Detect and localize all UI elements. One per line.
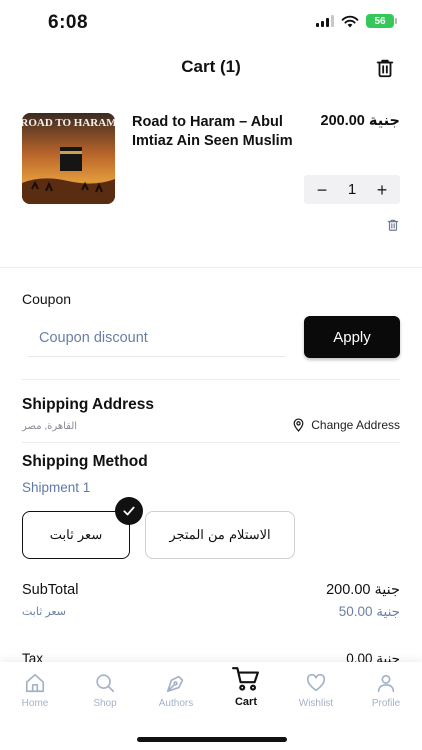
shipping-method-title: Shipping Method (22, 453, 148, 470)
selected-check-icon (115, 497, 143, 525)
tab-label: Cart (234, 696, 257, 708)
tab-label: Home (21, 698, 49, 709)
shipping-address-value: القاهرة, مصر (22, 421, 78, 432)
cellular-signal-icon (316, 15, 334, 27)
tab-profile[interactable]: Profile (356, 672, 416, 709)
heart-icon (306, 673, 326, 692)
divider (22, 379, 400, 380)
change-address-button[interactable]: Change Address (292, 418, 400, 432)
cart-icon (232, 667, 259, 691)
increase-quantity-button[interactable]: + (374, 181, 390, 199)
status-time: 6:08 (48, 12, 89, 33)
tab-wishlist[interactable]: Wishlist (286, 672, 346, 709)
search-icon (96, 674, 115, 693)
tab-label: Profile (371, 698, 401, 709)
quantity-stepper: − 1 + (304, 175, 400, 204)
shipping-fee-label: سعر ثابت (22, 606, 66, 618)
product-price: 200.00 جنية (320, 113, 400, 129)
pen-nib-icon (166, 675, 184, 693)
shipping-option-fixed-rate[interactable]: سعر ثابت (22, 511, 130, 559)
coupon-input[interactable] (28, 320, 286, 357)
remove-item-icon[interactable] (386, 218, 400, 232)
cover-title: ROAD TO HARAM (22, 117, 115, 129)
tab-label: Wishlist (298, 698, 334, 709)
battery-level: 56 (374, 15, 386, 27)
shipping-address-title: Shipping Address (22, 396, 155, 413)
page-title: Cart (1) (181, 57, 241, 76)
tab-shop[interactable]: Shop (75, 672, 135, 709)
home-icon (25, 673, 45, 693)
coupon-label: Coupon (22, 291, 72, 307)
shipping-fee-value: 50.00 جنية (338, 604, 400, 619)
divider (22, 442, 400, 443)
wifi-icon (341, 15, 359, 27)
book-cover-image: ROAD TO HARAM (22, 113, 115, 204)
shipment-label: Shipment 1 (22, 480, 91, 495)
subtotal-value: 200.00 جنية (326, 582, 400, 598)
tab-authors[interactable]: Authors (146, 672, 206, 709)
location-pin-icon (293, 418, 304, 432)
quantity-value: 1 (347, 181, 357, 198)
product-name[interactable]: Road to Haram – Abul Imtiaz Ain Seen Mus… (132, 113, 297, 151)
trash-icon[interactable] (374, 57, 396, 79)
apply-coupon-button[interactable]: Apply (304, 316, 400, 358)
divider (0, 267, 422, 268)
shipping-option-store-pickup[interactable]: الاستلام من المتجر (145, 511, 295, 559)
home-indicator (137, 737, 287, 742)
battery-icon: 56 (366, 14, 397, 28)
subtotal-label: SubTotal (22, 582, 79, 598)
person-icon (377, 674, 395, 693)
decrease-quantity-button[interactable]: − (314, 181, 330, 199)
status-icons: 56 (316, 14, 397, 28)
tab-home[interactable]: Home (5, 672, 65, 709)
tab-cart[interactable]: Cart (216, 666, 276, 708)
tab-label: Authors (158, 698, 194, 709)
tab-label: Shop (93, 698, 117, 709)
change-address-label: Change Address (311, 418, 400, 432)
